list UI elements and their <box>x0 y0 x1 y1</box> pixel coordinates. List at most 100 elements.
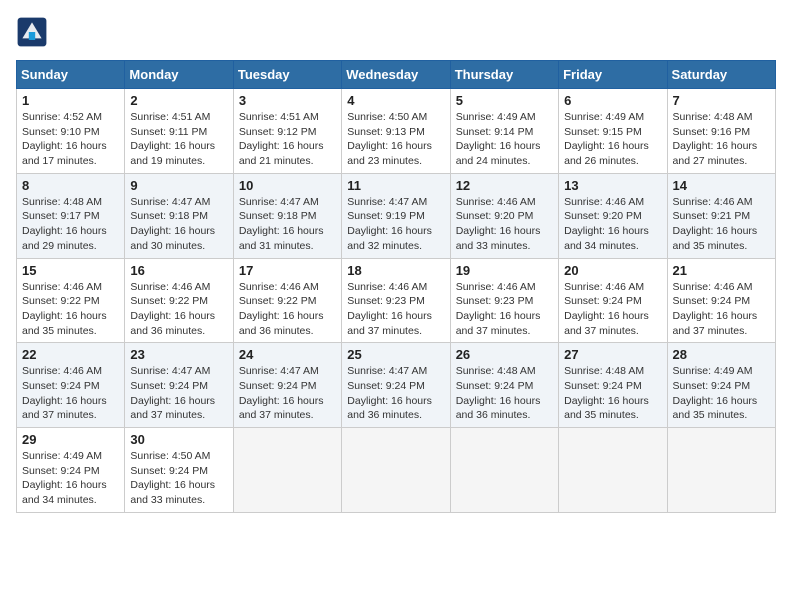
weekday-header: Friday <box>559 61 667 89</box>
weekday-header: Saturday <box>667 61 775 89</box>
day-info: Sunrise: 4:52 AMSunset: 9:10 PMDaylight:… <box>22 111 107 167</box>
day-info: Sunrise: 4:46 AMSunset: 9:23 PMDaylight:… <box>347 281 432 337</box>
calendar-day-cell: 24 Sunrise: 4:47 AMSunset: 9:24 PMDaylig… <box>233 343 341 428</box>
day-info: Sunrise: 4:46 AMSunset: 9:24 PMDaylight:… <box>673 281 758 337</box>
day-info: Sunrise: 4:47 AMSunset: 9:19 PMDaylight:… <box>347 196 432 252</box>
day-number: 5 <box>456 93 553 108</box>
day-number: 2 <box>130 93 227 108</box>
day-number: 29 <box>22 432 119 447</box>
day-number: 9 <box>130 178 227 193</box>
day-number: 23 <box>130 347 227 362</box>
day-number: 18 <box>347 263 444 278</box>
calendar-day-cell: 29 Sunrise: 4:49 AMSunset: 9:24 PMDaylig… <box>17 428 125 513</box>
day-number: 16 <box>130 263 227 278</box>
calendar-day-cell <box>667 428 775 513</box>
calendar-day-cell: 13 Sunrise: 4:46 AMSunset: 9:20 PMDaylig… <box>559 173 667 258</box>
calendar-day-cell: 20 Sunrise: 4:46 AMSunset: 9:24 PMDaylig… <box>559 258 667 343</box>
calendar-day-cell: 14 Sunrise: 4:46 AMSunset: 9:21 PMDaylig… <box>667 173 775 258</box>
day-info: Sunrise: 4:50 AMSunset: 9:13 PMDaylight:… <box>347 111 432 167</box>
day-number: 30 <box>130 432 227 447</box>
weekday-header: Sunday <box>17 61 125 89</box>
day-info: Sunrise: 4:49 AMSunset: 9:24 PMDaylight:… <box>22 450 107 506</box>
day-info: Sunrise: 4:49 AMSunset: 9:14 PMDaylight:… <box>456 111 541 167</box>
calendar-day-cell: 15 Sunrise: 4:46 AMSunset: 9:22 PMDaylig… <box>17 258 125 343</box>
calendar-week-row: 22 Sunrise: 4:46 AMSunset: 9:24 PMDaylig… <box>17 343 776 428</box>
weekday-header: Wednesday <box>342 61 450 89</box>
calendar-day-cell: 23 Sunrise: 4:47 AMSunset: 9:24 PMDaylig… <box>125 343 233 428</box>
day-number: 20 <box>564 263 661 278</box>
page-header <box>16 16 776 48</box>
calendar-day-cell <box>233 428 341 513</box>
day-number: 26 <box>456 347 553 362</box>
day-info: Sunrise: 4:47 AMSunset: 9:18 PMDaylight:… <box>239 196 324 252</box>
day-info: Sunrise: 4:49 AMSunset: 9:24 PMDaylight:… <box>673 365 758 421</box>
day-info: Sunrise: 4:47 AMSunset: 9:24 PMDaylight:… <box>347 365 432 421</box>
day-info: Sunrise: 4:51 AMSunset: 9:11 PMDaylight:… <box>130 111 215 167</box>
weekday-header: Tuesday <box>233 61 341 89</box>
day-number: 13 <box>564 178 661 193</box>
day-info: Sunrise: 4:46 AMSunset: 9:22 PMDaylight:… <box>130 281 215 337</box>
day-number: 4 <box>347 93 444 108</box>
calendar-day-cell: 26 Sunrise: 4:48 AMSunset: 9:24 PMDaylig… <box>450 343 558 428</box>
day-info: Sunrise: 4:47 AMSunset: 9:18 PMDaylight:… <box>130 196 215 252</box>
day-number: 7 <box>673 93 770 108</box>
day-number: 8 <box>22 178 119 193</box>
calendar-week-row: 29 Sunrise: 4:49 AMSunset: 9:24 PMDaylig… <box>17 428 776 513</box>
day-info: Sunrise: 4:46 AMSunset: 9:20 PMDaylight:… <box>564 196 649 252</box>
calendar-day-cell: 11 Sunrise: 4:47 AMSunset: 9:19 PMDaylig… <box>342 173 450 258</box>
day-number: 14 <box>673 178 770 193</box>
day-info: Sunrise: 4:46 AMSunset: 9:23 PMDaylight:… <box>456 281 541 337</box>
calendar-day-cell: 25 Sunrise: 4:47 AMSunset: 9:24 PMDaylig… <box>342 343 450 428</box>
weekday-header: Monday <box>125 61 233 89</box>
calendar-week-row: 8 Sunrise: 4:48 AMSunset: 9:17 PMDayligh… <box>17 173 776 258</box>
day-info: Sunrise: 4:48 AMSunset: 9:16 PMDaylight:… <box>673 111 758 167</box>
day-info: Sunrise: 4:46 AMSunset: 9:20 PMDaylight:… <box>456 196 541 252</box>
calendar-day-cell: 22 Sunrise: 4:46 AMSunset: 9:24 PMDaylig… <box>17 343 125 428</box>
day-number: 27 <box>564 347 661 362</box>
calendar-day-cell: 7 Sunrise: 4:48 AMSunset: 9:16 PMDayligh… <box>667 89 775 174</box>
calendar-day-cell <box>450 428 558 513</box>
day-number: 6 <box>564 93 661 108</box>
day-number: 22 <box>22 347 119 362</box>
calendar-day-cell: 10 Sunrise: 4:47 AMSunset: 9:18 PMDaylig… <box>233 173 341 258</box>
weekday-header: Thursday <box>450 61 558 89</box>
calendar-day-cell: 8 Sunrise: 4:48 AMSunset: 9:17 PMDayligh… <box>17 173 125 258</box>
calendar-day-cell: 16 Sunrise: 4:46 AMSunset: 9:22 PMDaylig… <box>125 258 233 343</box>
calendar-day-cell: 1 Sunrise: 4:52 AMSunset: 9:10 PMDayligh… <box>17 89 125 174</box>
calendar-day-cell: 3 Sunrise: 4:51 AMSunset: 9:12 PMDayligh… <box>233 89 341 174</box>
day-number: 1 <box>22 93 119 108</box>
calendar-week-row: 1 Sunrise: 4:52 AMSunset: 9:10 PMDayligh… <box>17 89 776 174</box>
calendar-header-row: SundayMondayTuesdayWednesdayThursdayFrid… <box>17 61 776 89</box>
calendar-day-cell: 4 Sunrise: 4:50 AMSunset: 9:13 PMDayligh… <box>342 89 450 174</box>
day-info: Sunrise: 4:48 AMSunset: 9:24 PMDaylight:… <box>564 365 649 421</box>
day-info: Sunrise: 4:46 AMSunset: 9:21 PMDaylight:… <box>673 196 758 252</box>
day-info: Sunrise: 4:48 AMSunset: 9:24 PMDaylight:… <box>456 365 541 421</box>
day-number: 11 <box>347 178 444 193</box>
logo-icon <box>16 16 48 48</box>
logo <box>16 16 52 48</box>
calendar-day-cell: 19 Sunrise: 4:46 AMSunset: 9:23 PMDaylig… <box>450 258 558 343</box>
day-info: Sunrise: 4:47 AMSunset: 9:24 PMDaylight:… <box>239 365 324 421</box>
calendar-day-cell <box>342 428 450 513</box>
day-info: Sunrise: 4:48 AMSunset: 9:17 PMDaylight:… <box>22 196 107 252</box>
calendar-day-cell: 27 Sunrise: 4:48 AMSunset: 9:24 PMDaylig… <box>559 343 667 428</box>
day-info: Sunrise: 4:46 AMSunset: 9:24 PMDaylight:… <box>564 281 649 337</box>
calendar-day-cell: 18 Sunrise: 4:46 AMSunset: 9:23 PMDaylig… <box>342 258 450 343</box>
day-number: 15 <box>22 263 119 278</box>
day-number: 21 <box>673 263 770 278</box>
calendar-day-cell: 9 Sunrise: 4:47 AMSunset: 9:18 PMDayligh… <box>125 173 233 258</box>
day-number: 10 <box>239 178 336 193</box>
calendar-day-cell: 28 Sunrise: 4:49 AMSunset: 9:24 PMDaylig… <box>667 343 775 428</box>
calendar-day-cell: 17 Sunrise: 4:46 AMSunset: 9:22 PMDaylig… <box>233 258 341 343</box>
day-info: Sunrise: 4:49 AMSunset: 9:15 PMDaylight:… <box>564 111 649 167</box>
calendar-day-cell: 30 Sunrise: 4:50 AMSunset: 9:24 PMDaylig… <box>125 428 233 513</box>
calendar-day-cell: 5 Sunrise: 4:49 AMSunset: 9:14 PMDayligh… <box>450 89 558 174</box>
day-info: Sunrise: 4:46 AMSunset: 9:22 PMDaylight:… <box>239 281 324 337</box>
day-number: 17 <box>239 263 336 278</box>
calendar-day-cell: 12 Sunrise: 4:46 AMSunset: 9:20 PMDaylig… <box>450 173 558 258</box>
day-number: 3 <box>239 93 336 108</box>
day-info: Sunrise: 4:47 AMSunset: 9:24 PMDaylight:… <box>130 365 215 421</box>
day-info: Sunrise: 4:50 AMSunset: 9:24 PMDaylight:… <box>130 450 215 506</box>
day-number: 28 <box>673 347 770 362</box>
day-number: 25 <box>347 347 444 362</box>
